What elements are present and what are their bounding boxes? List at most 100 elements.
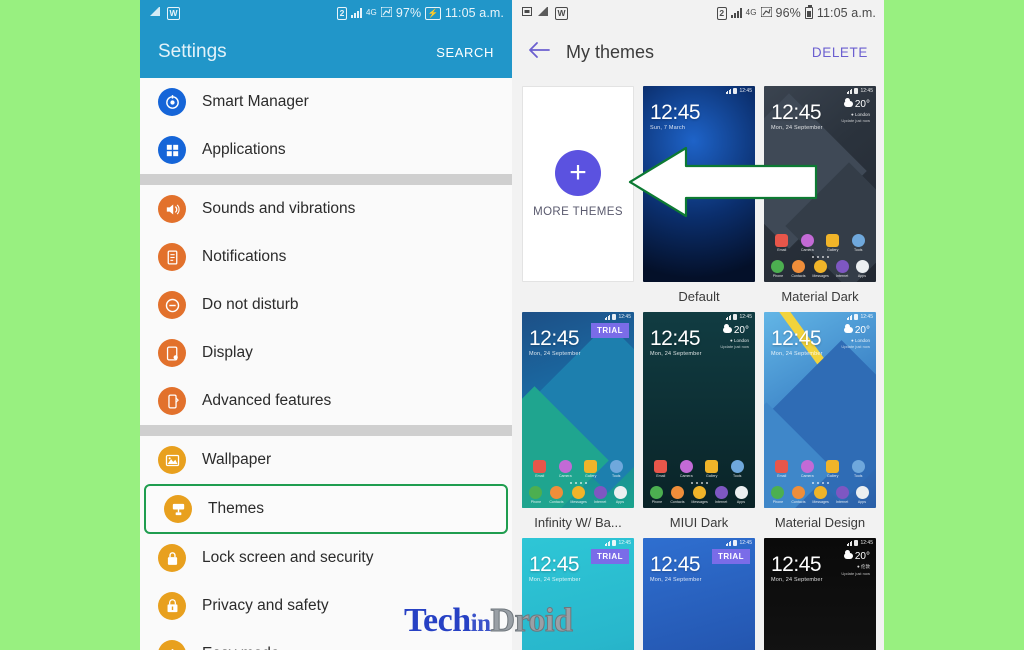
thumb-clock-label: 12:45 (739, 314, 752, 320)
settings-row-label: Applications (202, 141, 286, 158)
page-indicator-dots (522, 482, 634, 484)
theme-name-label: Default (678, 289, 720, 304)
thumb-app-row: Email Camera Gallery Tools (522, 460, 634, 478)
theme-cell[interactable]: 12:45 12:45 Mon, 24 September 20° ● London Up… (764, 312, 876, 538)
privacy-icon (158, 592, 186, 620)
battery-charging-icon: ⚡ (425, 6, 441, 20)
thumb-dock-app: Phone (529, 486, 543, 504)
trial-badge: TRIAL (590, 323, 629, 338)
thumb-status-bar: 12:45 (725, 314, 752, 320)
thumb-date: Mon, 24 September (771, 351, 823, 357)
thumb-clock-label: 12:45 (739, 88, 752, 94)
theme-thumbnail[interactable]: 12:45 12:45 Mon, 24 September 20° ● London Up… (764, 312, 876, 508)
thumb-dock-app: Apps (613, 486, 627, 504)
more-themes-cell[interactable]: + MORE THEMES (522, 86, 634, 312)
thumb-signal-icon (604, 314, 611, 320)
theme-cell[interactable]: 12:45 12:45 Mon, 24 September TRIAL Email Cam… (522, 312, 634, 538)
thumb-app: Gallery (826, 234, 840, 252)
thumb-date: Mon, 24 September (650, 351, 702, 357)
theme-cell[interactable]: 12:45 12:45 Mon, 24 September 20° ● London Up… (643, 312, 755, 538)
thumb-status-bar: 12:45 (846, 540, 873, 546)
theme-thumbnail[interactable]: 12:45 12:45 Mon, 24 September 20° ● 伦敦 Update… (764, 538, 876, 650)
notifications-icon (158, 243, 186, 271)
themes-icon (164, 495, 192, 523)
thumb-lockscreen-clock: 12:45 Mon, 24 September (650, 328, 702, 357)
trial-badge: TRIAL (590, 549, 629, 564)
thumb-app-row: Email Camera Gallery Tools (764, 460, 876, 478)
themes-phone-screen: W 2 4G 96% 11:05 a.m. My themes DELETE +… (512, 0, 884, 650)
thumb-app: Camera (679, 460, 693, 478)
thumb-app: Gallery (584, 460, 598, 478)
thumb-weather-widget: 20° ● London Update just now (841, 324, 870, 349)
settings-row-applications[interactable]: Applications (140, 126, 512, 174)
screenshot-canvas: W 2 4G 97% ⚡ 11:05 a.m. Settings SEARCH … (0, 0, 1024, 650)
display-icon (158, 339, 186, 367)
theme-thumbnail[interactable]: 12:45 12:45 Mon, 24 September TRIAL (643, 538, 755, 650)
settings-row-lock-screen-and-security[interactable]: Lock screen and security (140, 534, 512, 582)
settings-row-themes[interactable]: Themes (144, 484, 508, 534)
thumb-weather-city: ● London (730, 338, 749, 343)
settings-row-notifications[interactable]: Notifications (140, 233, 512, 281)
thumb-lockscreen-clock: 12:45 Mon, 24 September (771, 554, 823, 583)
back-arrow-icon[interactable] (528, 41, 550, 63)
thumb-weather-city: ● London (851, 338, 870, 343)
thumb-app: Email (775, 234, 789, 252)
thumb-dock-app: Apps (855, 260, 869, 278)
thumb-app: Tools (609, 460, 623, 478)
advanced-features-icon (158, 387, 186, 415)
thumb-dock-app: Internet (835, 260, 849, 278)
thumb-lockscreen-clock: 12:45 Mon, 24 September (771, 328, 823, 357)
more-themes-card[interactable]: + MORE THEMES (522, 86, 634, 282)
settings-row-label: Smart Manager (202, 93, 309, 110)
thumb-weather-widget: 20° ● London Update just now (720, 324, 749, 349)
settings-row-do-not-disturb[interactable]: Do not disturb (140, 281, 512, 329)
thumb-time: 12:45 (650, 553, 701, 576)
thumb-weather-extra: Update just now (841, 344, 870, 349)
settings-row-label: Notifications (202, 248, 287, 265)
thumb-app: Camera (558, 460, 572, 478)
thumb-dock-row: Phone Contacts Messages Internet Apps (764, 260, 876, 278)
settings-row-label: Easy mode (202, 645, 280, 650)
settings-row-wallpaper[interactable]: Wallpaper (140, 436, 512, 484)
speaker-icon (158, 195, 186, 223)
page-title: Settings (158, 41, 227, 62)
thumb-lockscreen-clock: 12:45 Mon, 24 September (529, 554, 581, 583)
thumb-time: 12:45 (650, 101, 701, 124)
thumb-lockscreen-clock: 12:45 Mon, 24 September (650, 554, 702, 583)
settings-app-bar: Settings SEARCH (140, 26, 512, 78)
thumb-battery-icon (612, 314, 617, 320)
thumb-date: Mon, 24 September (529, 577, 581, 583)
settings-row-smart-manager[interactable]: Smart Manager (140, 78, 512, 126)
settings-row-label: Do not disturb (202, 296, 299, 313)
settings-row-display[interactable]: Display (140, 329, 512, 377)
theme-cell[interactable]: 12:45 12:45 Mon, 24 September 20° ● 伦敦 Update… (764, 538, 876, 650)
theme-thumbnail[interactable]: 12:45 12:45 Mon, 24 September TRIAL Email Cam… (522, 312, 634, 508)
search-button[interactable]: SEARCH (436, 45, 494, 60)
thumb-dock-app: Messages (812, 260, 829, 278)
settings-row-sounds-and-vibrations[interactable]: Sounds and vibrations (140, 185, 512, 233)
thumb-dock-app: Contacts (791, 486, 806, 504)
thumb-dock-app: Internet (835, 486, 849, 504)
thumb-date: Mon, 24 September (529, 351, 581, 357)
battery-percent-label: 96% (775, 6, 801, 20)
watermark-part-1: Tech (404, 602, 471, 639)
cloud-icon (843, 324, 853, 334)
thumb-time: 12:45 (771, 327, 822, 350)
theme-thumbnail[interactable]: 12:45 12:45 Mon, 24 September 20° ● London Up… (643, 312, 755, 508)
thumb-weather-extra: Update just now (720, 344, 749, 349)
thumb-clock-label: 12:45 (618, 314, 631, 320)
trial-badge: TRIAL (711, 549, 750, 564)
thumb-clock-label: 12:45 (860, 88, 873, 94)
thumb-signal-icon (846, 314, 853, 320)
thumb-dock-app: Phone (771, 486, 785, 504)
theme-cell[interactable]: 12:45 12:45 Mon, 24 September TRIAL (643, 538, 755, 650)
settings-list[interactable]: Smart Manager Applications Sounds and vibr… (140, 78, 512, 650)
settings-row-advanced-features[interactable]: Advanced features (140, 377, 512, 425)
thumb-dock-app: Apps (855, 486, 869, 504)
thumb-lockscreen-clock: 12:45 Sun, 7 March (650, 101, 701, 131)
plus-icon[interactable]: + (555, 150, 601, 196)
thumb-status-bar: 12:45 (604, 314, 631, 320)
delete-button[interactable]: DELETE (812, 45, 868, 60)
thumb-time: 12:45 (771, 101, 822, 124)
thumb-app: Email (533, 460, 547, 478)
